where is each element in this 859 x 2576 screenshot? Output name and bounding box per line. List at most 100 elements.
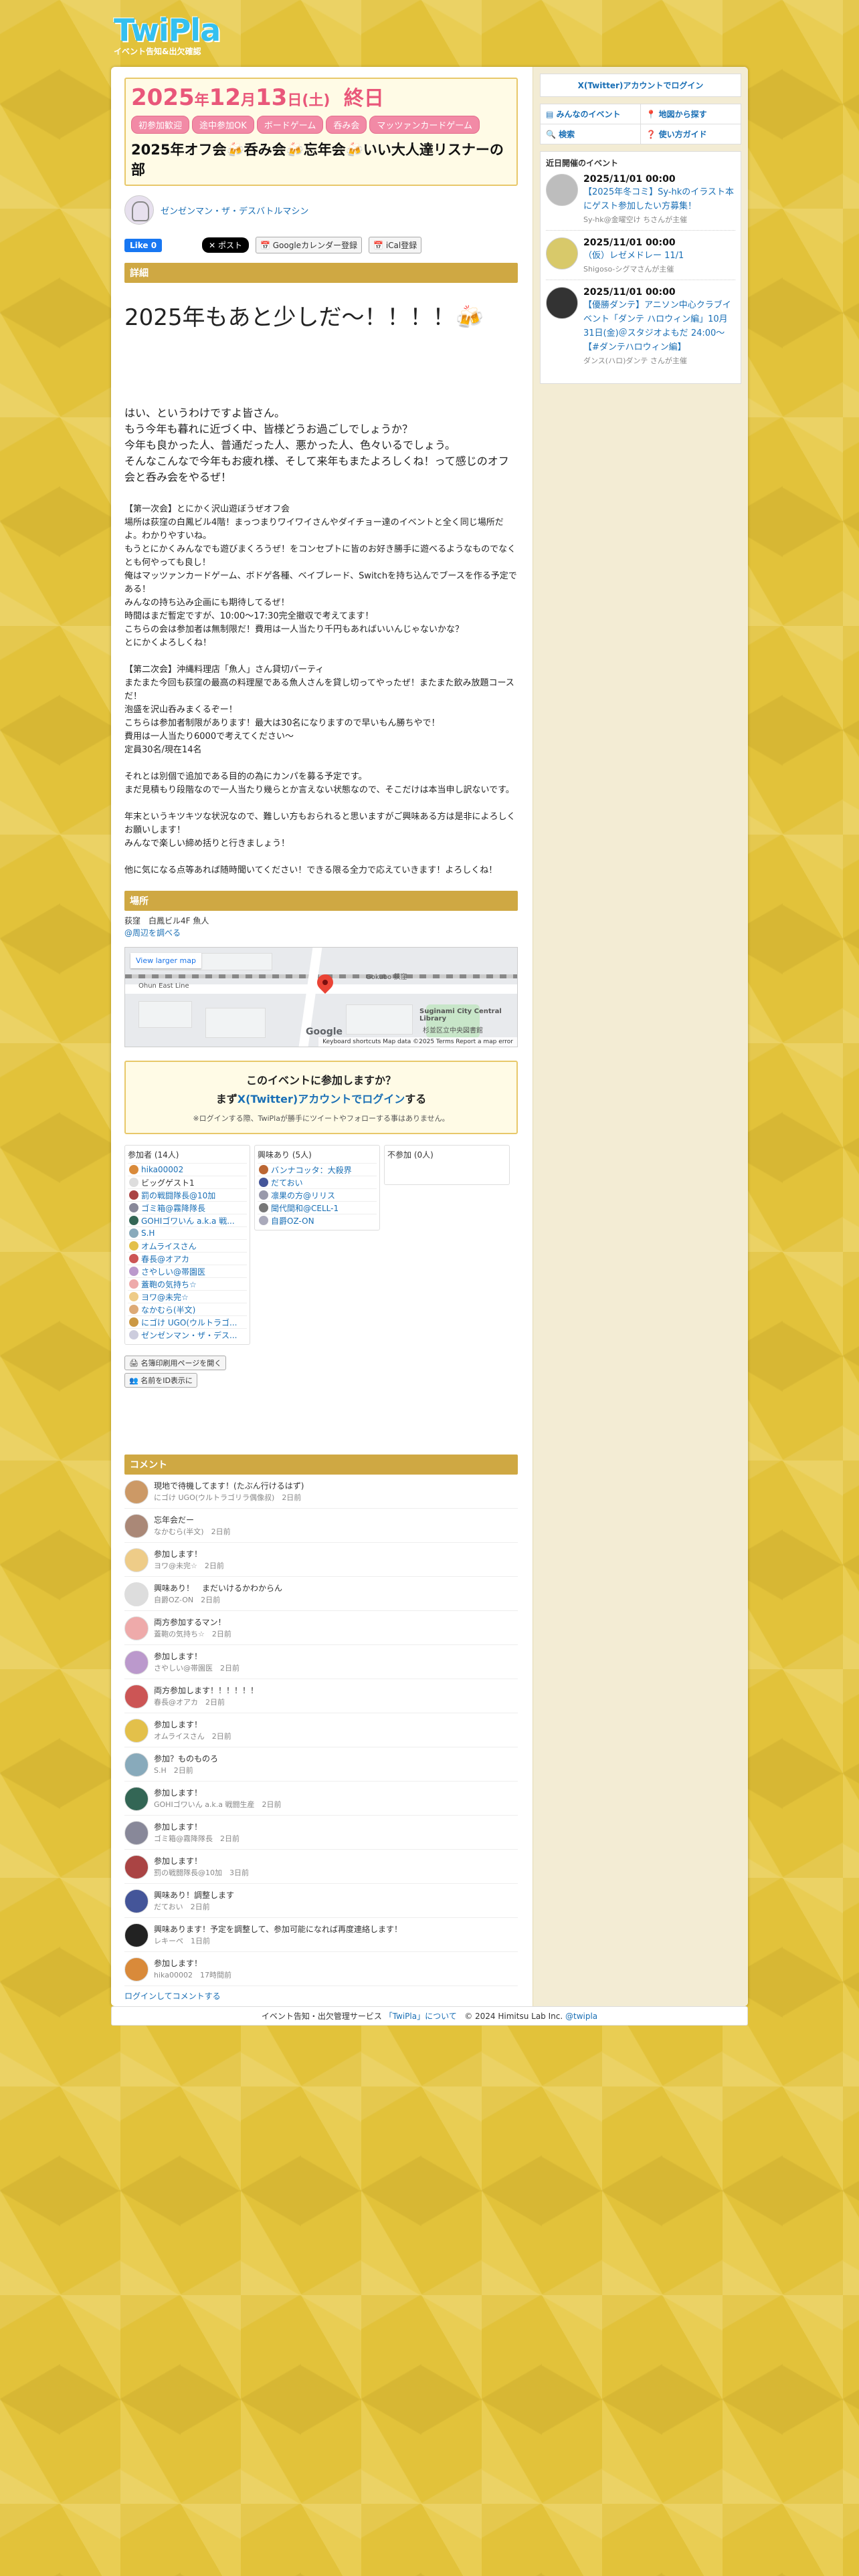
comment-author[interactable]: さやしい@帯園医	[154, 1664, 213, 1673]
recent-event-title[interactable]: （仮）レゼメドレー 11/1	[583, 251, 684, 261]
logo-title[interactable]: TwiPla	[114, 12, 221, 48]
comment-text: 興味あり！調整します	[154, 1891, 235, 1901]
attendee[interactable]: ビッグゲスト1	[128, 1176, 247, 1188]
nav-everyone-events[interactable]: ▤ みんなのイベント	[541, 104, 641, 124]
comment-text: 参加します！	[154, 1549, 203, 1560]
attendee[interactable]: S.H	[128, 1226, 247, 1239]
recent-event-organizer: Shigoso-シグマさんが主催	[583, 265, 674, 274]
google-calendar-button[interactable]: 📅 Googleカレンダー登録	[255, 237, 363, 254]
event-tag[interactable]: マッツァンカードゲーム	[369, 116, 480, 134]
map[interactable]: View larger map Gokubo 荻窪 Suginami City …	[124, 947, 518, 1048]
attendee[interactable]: hika00002	[128, 1163, 247, 1176]
nav-search[interactable]: 🔍 検索	[541, 124, 641, 144]
recent-event-title[interactable]: 【2025年冬コミ】Sy-hkのイラスト本にゲスト参加したい方募集！	[583, 187, 734, 211]
avatar	[546, 174, 578, 206]
sidebar-login-link[interactable]: X(Twitter)アカウントでログイン	[578, 81, 704, 90]
event-tag[interactable]: ボードゲーム	[256, 116, 324, 134]
attendee[interactable]: ヨワ@未完☆	[128, 1290, 247, 1303]
map-footer[interactable]: Keyboard shortcuts Map data ©2025 Terms …	[318, 1037, 517, 1047]
comment-avatar[interactable]	[124, 1787, 149, 1812]
ical-button[interactable]: 📅 iCal登録	[369, 237, 422, 254]
attendee[interactable]: GOHIゴワいん a.k.a 戦...	[128, 1214, 247, 1226]
comment-author[interactable]: GOHIゴワいん a.k.a 戦闘生産	[154, 1800, 255, 1809]
comment-avatar[interactable]	[124, 1923, 149, 1948]
detail-line: 今年も良かった人、普通だった人、悪かった人、色々いるでしょう。	[124, 439, 456, 452]
attendee[interactable]: にゴけ UGO(ウルトラゴ...	[128, 1315, 247, 1328]
detail-part1: 【第一次会】とにかく沢山遊ぼうぜオフ会 場所は荻窪の白鳳ビル4階！まっつまりワイ…	[124, 504, 517, 649]
nav-map-search[interactable]: 📍 地図から探す	[640, 104, 741, 124]
attendee[interactable]: 春長@オアカ	[128, 1252, 247, 1265]
x-post-button[interactable]: ✕ ポスト	[202, 237, 249, 253]
comment-author[interactable]: 自爵OZ-ON	[154, 1596, 193, 1604]
attendee[interactable]: ゴミ箱@霧降隊長	[128, 1201, 247, 1214]
comment-author[interactable]: レキーペ	[154, 1937, 183, 1945]
avatar	[546, 237, 578, 270]
comment-author[interactable]: なかむら(半文)	[154, 1527, 204, 1536]
print-roster-button[interactable]: 🖨 名簿印刷用ページを開く	[124, 1356, 227, 1371]
comment-avatar[interactable]	[124, 1957, 149, 1982]
comment-avatar[interactable]	[124, 1514, 149, 1539]
attendee[interactable]: バンナコッタ：大殺界	[258, 1163, 377, 1176]
attendee[interactable]: ゼンゼンマン・ザ・デス...	[128, 1328, 247, 1341]
comment-author[interactable]: ヨワ@未完☆	[154, 1562, 197, 1570]
comment-avatar[interactable]	[124, 1889, 149, 1914]
logo[interactable]: TwiPla イベント告知&出欠確認	[114, 12, 221, 57]
organizer-avatar[interactable]	[124, 195, 154, 225]
comment-author[interactable]: S.H	[154, 1766, 167, 1775]
comment-avatar[interactable]	[124, 1582, 149, 1607]
comment-text: 現地で待機してます！(たぶん行けるはず)	[154, 1481, 304, 1491]
login-link[interactable]: X(Twitter)アカウントでログイン	[237, 1093, 405, 1105]
comment-author[interactable]: にゴけ UGO(ウルトラゴリラ偶像叔)	[154, 1493, 274, 1502]
comment-avatar[interactable]	[124, 1753, 149, 1778]
recent-event[interactable]: 2025/11/01 00:00 【2025年冬コミ】Sy-hkのイラスト本にゲ…	[546, 174, 735, 231]
comment-time: 2日前	[205, 1698, 225, 1707]
recent-event[interactable]: 2025/11/01 00:00 （仮）レゼメドレー 11/1 Shigoso-…	[546, 237, 735, 280]
recent-event[interactable]: 2025/11/01 00:00 【優勝ダンテ】アニソン中心クラブイベント「ダン…	[546, 287, 735, 371]
comment-author[interactable]: 春長@オアカ	[154, 1698, 198, 1707]
attendee[interactable]: だておい	[258, 1176, 377, 1188]
show-ids-button[interactable]: 👥 名前をID表示に	[124, 1373, 197, 1388]
attendee[interactable]: 自爵OZ-ON	[258, 1214, 377, 1226]
comment-avatar[interactable]	[124, 1719, 149, 1743]
twitter-handle-link[interactable]: @twipla	[565, 2012, 597, 2021]
avatar	[129, 1267, 138, 1277]
comment-avatar[interactable]	[124, 1548, 149, 1573]
comment: 両方参加するマン！ 蓋鞄の気持ち☆ 2日前	[124, 1611, 518, 1646]
view-larger-map-link[interactable]: View larger map	[130, 953, 201, 969]
attendee[interactable]: なかむら(半文)	[128, 1303, 247, 1315]
comment: 興味あり！調整します だておい 2日前	[124, 1884, 518, 1919]
about-link[interactable]: 「TwiPla」について	[385, 2012, 457, 2021]
nav-guide[interactable]: ❓ 使い方ガイド	[641, 124, 741, 144]
event-tag[interactable]: 呑み会	[326, 116, 367, 134]
attendee[interactable]: さやしい@帯園医	[128, 1265, 247, 1277]
comment-meta: ヨワ@未完☆ 2日前	[154, 1560, 224, 1572]
attendee[interactable]: 罰の戦闘隊長@10加	[128, 1188, 247, 1201]
attendee[interactable]: オムライスさん	[128, 1239, 247, 1252]
comment-meta: 罰の戦闘隊長@10加 3日前	[154, 1867, 249, 1879]
comment-avatar[interactable]	[124, 1821, 149, 1846]
comment-avatar[interactable]	[124, 1616, 149, 1641]
organizer-name[interactable]: ゼンゼンマン・ザ・デスバトルマシン	[161, 204, 308, 217]
comment-author[interactable]: だておい	[154, 1903, 183, 1911]
comment-avatar[interactable]	[124, 1855, 149, 1880]
recent-event-title[interactable]: 【優勝ダンテ】アニソン中心クラブイベント「ダンテ ハロウィン編」10月31日(金…	[583, 300, 731, 352]
comment-author[interactable]: ゴミ箱@霧降隊長	[154, 1834, 213, 1843]
comment-author[interactable]: オムライスさん	[154, 1732, 205, 1741]
comment-author[interactable]: 蓋鞄の気持ち☆	[154, 1630, 205, 1638]
attendee[interactable]: 聞代間和@CELL-1	[258, 1201, 377, 1214]
avatar	[259, 1165, 268, 1175]
comment-avatar[interactable]	[124, 1685, 149, 1709]
comment-author[interactable]: hika00002	[154, 1971, 193, 1979]
event-tag[interactable]: 初参加歓迎	[131, 116, 190, 134]
comment-avatar[interactable]	[124, 1480, 149, 1505]
comment-author[interactable]: 罰の戦闘隊長@10加	[154, 1868, 222, 1877]
login-to-comment-link[interactable]: ログインしてコメントする	[124, 1992, 221, 2001]
attendee[interactable]: 蓋鞄の気持ち☆	[128, 1277, 247, 1290]
comments-heading: コメント	[124, 1455, 518, 1475]
comment: 参加？ものものろ S.H 2日前	[124, 1747, 518, 1782]
attendee[interactable]: 凛果の方@リリス	[258, 1188, 377, 1201]
comment-avatar[interactable]	[124, 1650, 149, 1675]
facebook-like-button[interactable]: Like 0	[124, 238, 163, 252]
nearby-link[interactable]: @周辺を調べる	[124, 928, 181, 938]
event-tag[interactable]: 途中参加OK	[192, 116, 254, 134]
